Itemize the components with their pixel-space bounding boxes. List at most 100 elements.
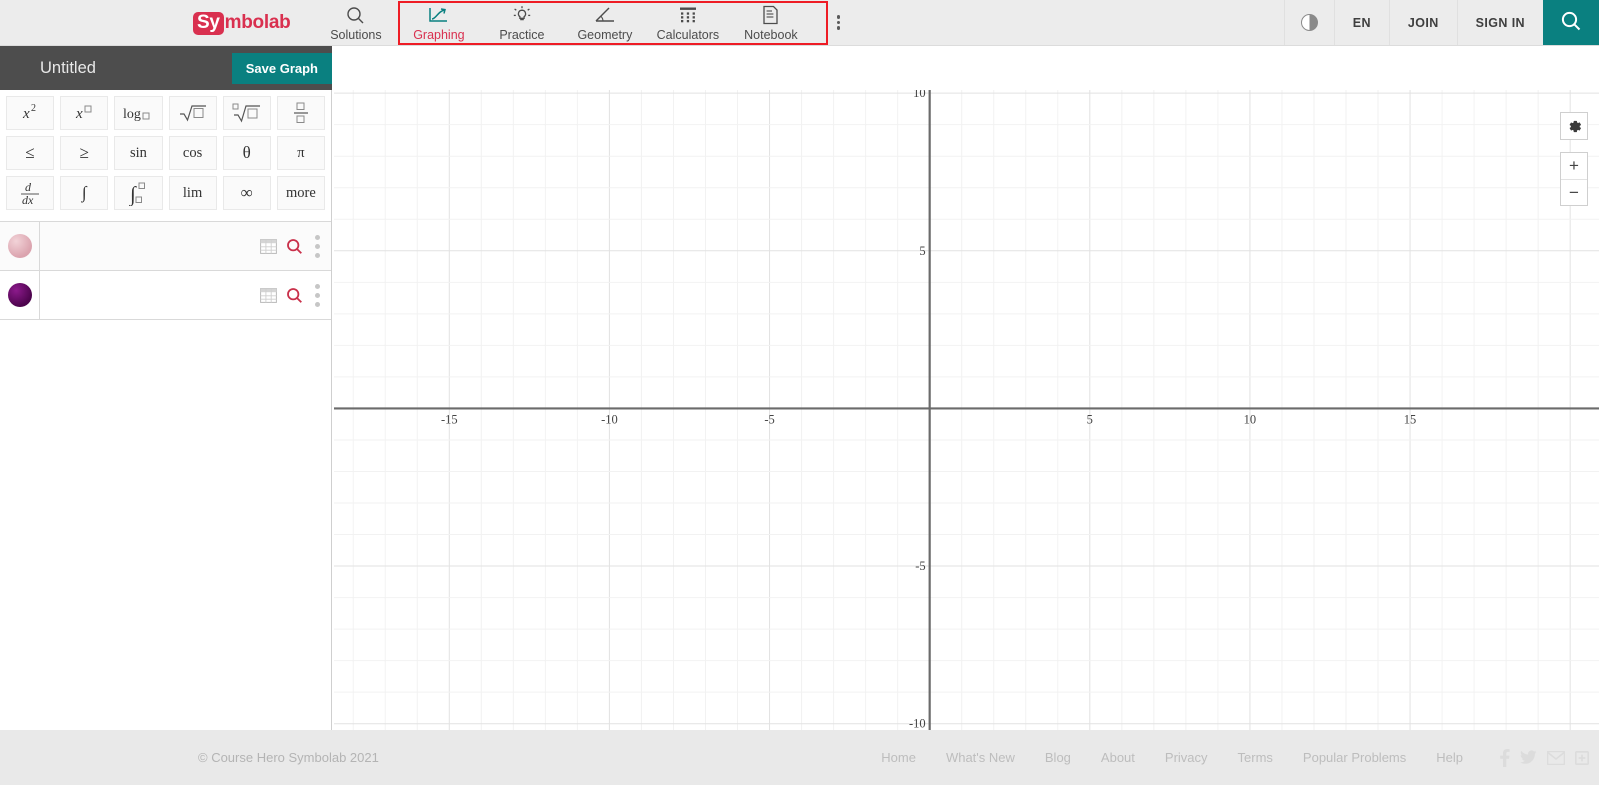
twitter-icon[interactable] <box>1520 750 1537 765</box>
footer-link-popular-problems[interactable]: Popular Problems <box>1303 750 1406 765</box>
nav-label-graphing: Graphing <box>413 28 465 42</box>
graph-plot: -15 -10 -5 5 10 15 10 5 -5 -10 <box>334 90 1599 730</box>
sign-in-button[interactable]: SIGN IN <box>1456 0 1543 45</box>
x-axis-tick-label: 15 <box>1404 412 1417 426</box>
graph-titlebar: Untitled Save Graph <box>0 46 332 90</box>
x-axis-tick-label: 5 <box>1087 412 1093 426</box>
equation-input[interactable] <box>40 271 260 319</box>
equation-tools <box>260 282 331 309</box>
x-axis-tick-label: -15 <box>441 412 458 426</box>
key-theta[interactable]: θ <box>222 136 271 170</box>
save-graph-button[interactable]: Save Graph <box>231 52 332 84</box>
svg-text:dx: dx <box>22 193 34 206</box>
grid-dots-icon <box>679 4 697 26</box>
copyright-text: © Course Hero Symbolab 2021 <box>198 750 379 765</box>
key-derivative[interactable]: d dx <box>6 176 55 210</box>
y-axis-tick-label: 5 <box>919 244 925 258</box>
graph-settings-button[interactable] <box>1560 112 1588 140</box>
footer-link-privacy[interactable]: Privacy <box>1165 750 1208 765</box>
key-integral[interactable]: ∫ <box>60 176 109 210</box>
key-sin[interactable]: sin <box>114 136 163 170</box>
footer-link-help[interactable]: Help <box>1436 750 1463 765</box>
key-nth-root[interactable] <box>222 96 271 130</box>
main-nav: Solutions Graphing Practice Geometry Cal… <box>314 0 812 45</box>
key-cos[interactable]: cos <box>168 136 217 170</box>
nav-item-calculators[interactable]: Calculators <box>646 0 729 45</box>
footer-link-whats-new[interactable]: What's New <box>946 750 1015 765</box>
zoom-in-button[interactable]: + <box>1561 153 1587 179</box>
key-square-root[interactable] <box>168 96 217 130</box>
key-log-base[interactable]: log <box>114 96 163 130</box>
footer-link-home[interactable]: Home <box>881 750 916 765</box>
logo-badge: Sy <box>193 11 224 35</box>
magnifier-icon[interactable] <box>286 238 303 255</box>
contrast-toggle-button[interactable] <box>1283 0 1334 45</box>
svg-text:x: x <box>75 106 83 122</box>
angle-icon <box>594 4 616 26</box>
nav-label-solutions: Solutions <box>330 28 382 42</box>
nav-item-practice[interactable]: Practice <box>480 0 563 45</box>
symbolab-logo[interactable]: Sy mbolab <box>193 0 291 46</box>
key-x-power[interactable]: x <box>60 96 109 130</box>
join-button[interactable]: JOIN <box>1388 0 1457 45</box>
zoom-out-button[interactable]: − <box>1561 179 1587 205</box>
header-actions: EN JOIN SIGN IN <box>1283 0 1599 45</box>
header-search-button[interactable] <box>1543 0 1599 45</box>
equation-input[interactable] <box>40 222 260 270</box>
x-axis-tick-label: -10 <box>601 412 618 426</box>
footer-links: Home What's New Blog About Privacy Terms… <box>881 748 1589 767</box>
equation-color-cell <box>0 222 40 270</box>
y-axis-tick-label: -5 <box>915 559 925 573</box>
key-less-than-equal[interactable]: ≤ <box>6 136 55 170</box>
site-header: Sy mbolab Solutions Graphing Practice Ge… <box>0 0 1599 46</box>
nav-item-graphing[interactable]: Graphing <box>397 0 480 45</box>
search-icon <box>1560 10 1582 35</box>
nav-item-geometry[interactable]: Geometry <box>563 0 646 45</box>
key-x-squared[interactable]: x2 <box>6 96 55 130</box>
footer-link-blog[interactable]: Blog <box>1045 750 1071 765</box>
equation-color-cell <box>0 271 40 319</box>
nav-item-solutions[interactable]: Solutions <box>314 0 397 45</box>
key-limit[interactable]: lim <box>168 176 217 210</box>
key-infinity[interactable]: ∞ <box>222 176 271 210</box>
equation-menu-button[interactable] <box>312 282 323 309</box>
equation-row[interactable] <box>0 270 331 320</box>
footer-social-links <box>1499 748 1589 767</box>
equation-sidebar: x2 x log ≤ ≥ sin cos θ π ddx ∫ ∫ lim ∞ m… <box>0 90 332 730</box>
equation-color-swatch[interactable] <box>7 234 32 258</box>
header-overflow-menu[interactable] <box>818 0 858 45</box>
table-icon[interactable] <box>260 238 277 254</box>
language-selector[interactable]: EN <box>1333 0 1389 45</box>
equation-tools <box>260 233 331 260</box>
share-icon[interactable] <box>1575 750 1589 765</box>
nav-label-practice: Practice <box>499 28 545 42</box>
svg-text:2: 2 <box>31 103 36 114</box>
key-fraction[interactable] <box>276 96 325 130</box>
key-definite-integral[interactable]: ∫ <box>114 176 163 210</box>
y-axis-tick-label: 10 <box>913 90 926 100</box>
nav-item-notebook[interactable]: Notebook <box>729 0 812 45</box>
table-icon[interactable] <box>260 287 277 303</box>
vertical-dots-icon <box>836 14 841 32</box>
key-pi[interactable]: π <box>276 136 325 170</box>
y-axis-tick-label: -10 <box>909 717 926 730</box>
equation-row[interactable] <box>0 221 331 271</box>
nav-label-notebook: Notebook <box>744 28 798 42</box>
email-icon[interactable] <box>1547 750 1565 765</box>
magnifier-icon[interactable] <box>286 287 303 304</box>
math-keypad: x2 x log ≤ ≥ sin cos θ π ddx ∫ ∫ lim ∞ m… <box>0 90 331 214</box>
symbolab-graphing-page: Sy mbolab Solutions Graphing Practice Ge… <box>0 0 1599 785</box>
graph-canvas[interactable]: -15 -10 -5 5 10 15 10 5 -5 -10 + − <box>334 90 1599 730</box>
footer-link-about[interactable]: About <box>1101 750 1135 765</box>
x-axis-tick-label: -5 <box>764 412 774 426</box>
equation-color-swatch[interactable] <box>7 283 32 307</box>
nav-label-calculators: Calculators <box>656 28 720 42</box>
svg-text:x: x <box>22 106 30 122</box>
footer-link-terms[interactable]: Terms <box>1238 750 1273 765</box>
graph-line-icon <box>428 4 449 26</box>
facebook-icon[interactable] <box>1499 748 1510 767</box>
key-greater-than-equal[interactable]: ≥ <box>60 136 109 170</box>
key-more[interactable]: more <box>276 176 325 210</box>
graph-title[interactable]: Untitled <box>40 59 232 78</box>
equation-menu-button[interactable] <box>312 233 323 260</box>
